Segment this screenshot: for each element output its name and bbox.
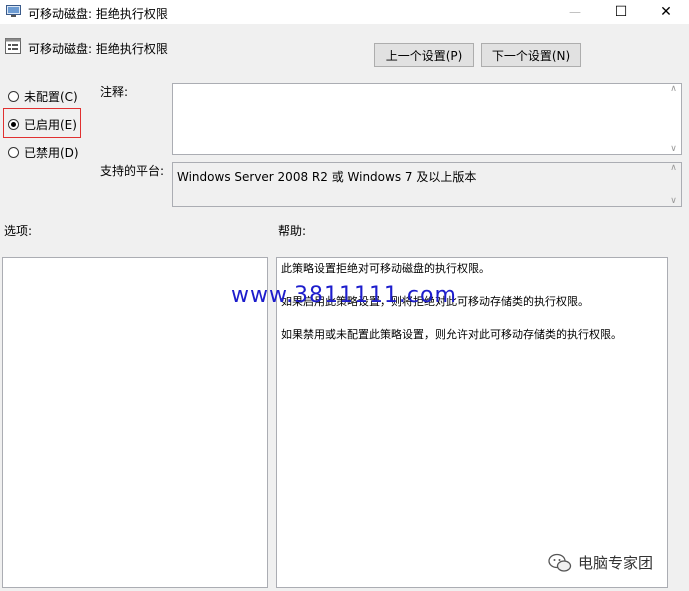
options-pane[interactable]	[2, 257, 268, 588]
radio-label: 已启用(E)	[24, 118, 77, 132]
radio-enabled[interactable]: 已启用(E)	[8, 116, 77, 133]
policy-setting-icon	[5, 38, 21, 54]
radio-button-checked-icon[interactable]	[8, 119, 19, 130]
next-setting-button[interactable]: 下一个设置(N)	[481, 43, 581, 67]
platform-field: Windows Server 2008 R2 或 Windows 7 及以上版本…	[172, 162, 682, 207]
close-button[interactable]: ✕	[643, 0, 689, 24]
platform-scrollbar[interactable]: ∧ ∨	[666, 163, 681, 206]
policy-window-icon	[6, 5, 21, 17]
close-icon: ✕	[660, 4, 672, 20]
scroll-up-icon[interactable]: ∧	[670, 84, 677, 94]
help-label: 帮助:	[278, 224, 307, 238]
minimize-icon: —	[569, 5, 581, 19]
radio-not-configured[interactable]: 未配置(C)	[8, 88, 78, 105]
scroll-down-icon[interactable]: ∨	[670, 144, 677, 154]
minimize-button[interactable]: —	[552, 0, 598, 24]
scroll-down-icon[interactable]: ∨	[670, 196, 677, 206]
radio-label: 已禁用(D)	[24, 146, 79, 160]
help-paragraph: 如果禁用或未配置此策略设置，则允许对此可移动存储类的执行权限。	[281, 328, 622, 341]
radio-button-icon[interactable]	[8, 147, 19, 158]
prev-setting-button[interactable]: 上一个设置(P)	[374, 43, 474, 67]
platform-label: 支持的平台:	[100, 164, 165, 178]
brand-name: 电脑专家团	[578, 554, 654, 572]
maximize-icon: ☐	[614, 4, 628, 20]
platform-value: Windows Server 2008 R2 或 Windows 7 及以上版本	[177, 170, 477, 184]
scroll-up-icon[interactable]: ∧	[670, 163, 677, 173]
radio-button-icon[interactable]	[8, 91, 19, 102]
window-title: 可移动磁盘: 拒绝执行权限	[28, 7, 168, 21]
options-label: 选项:	[4, 224, 33, 238]
brand-badge: 电脑专家团	[548, 552, 653, 573]
help-paragraph: 此策略设置拒绝对可移动磁盘的执行权限。	[281, 262, 490, 275]
help-text: 此策略设置拒绝对可移动磁盘的执行权限。 如果启用此策略设置，则将拒绝对此可移动存…	[281, 262, 661, 361]
comment-label: 注释:	[100, 85, 129, 99]
watermark-text: www.3811111.com	[231, 283, 457, 308]
comment-textarea[interactable]: ∧ ∨	[172, 83, 682, 155]
maximize-button[interactable]: ☐	[598, 0, 644, 24]
policy-title: 可移动磁盘: 拒绝执行权限	[28, 42, 168, 56]
radio-disabled[interactable]: 已禁用(D)	[8, 144, 79, 161]
radio-label: 未配置(C)	[24, 90, 78, 104]
comment-scrollbar[interactable]: ∧ ∨	[666, 84, 681, 154]
wechat-icon	[548, 553, 572, 572]
